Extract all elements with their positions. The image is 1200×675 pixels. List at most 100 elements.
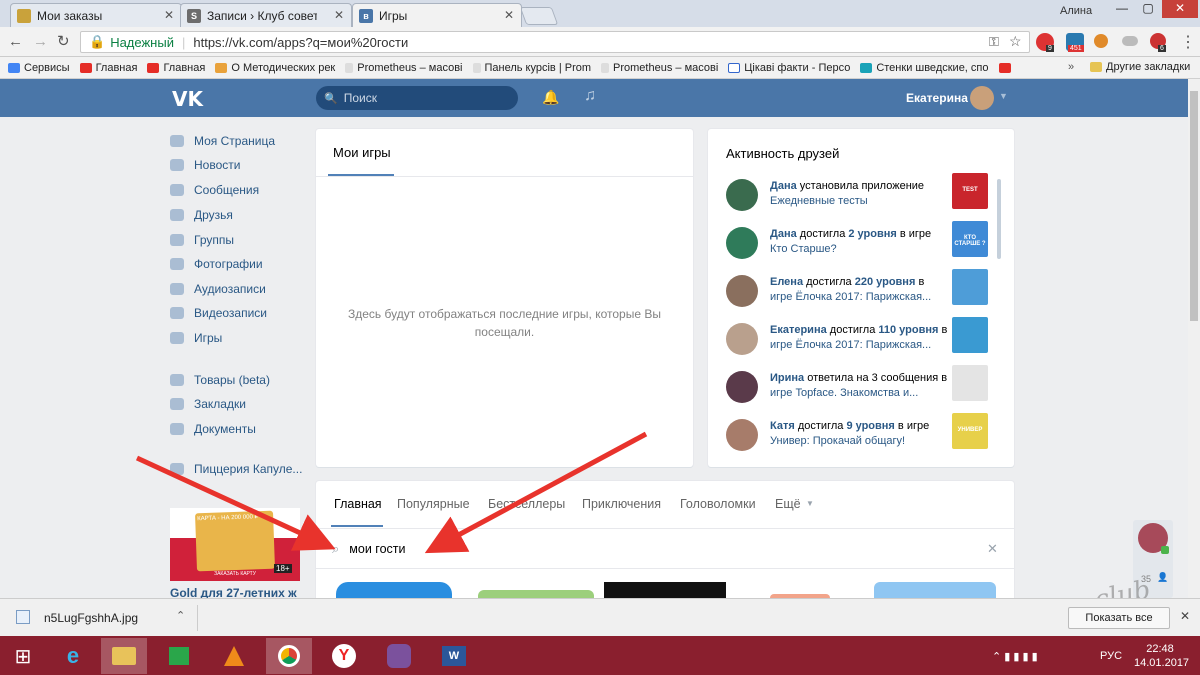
catalog-tab-1[interactable]: Популярные (397, 497, 470, 511)
friend-name[interactable]: Ирина (770, 372, 804, 384)
vk-search-input[interactable]: 🔍 Поиск (316, 86, 518, 110)
tray-icons[interactable]: ⌃ ▮ ▮ ▮ ▮ (992, 650, 1038, 663)
sidebar-item-12[interactable]: Пиццерия Капуле... (170, 462, 302, 476)
close-window-button[interactable]: ✕ (1162, 0, 1198, 18)
sidebar-item-1[interactable]: Новости (170, 158, 240, 172)
music-note-icon[interactable]: ♫ (584, 87, 596, 105)
sidebar-item-2[interactable]: Сообщения (170, 183, 259, 197)
avatar[interactable] (726, 275, 758, 307)
chevron-up-icon[interactable]: ⌃ (176, 609, 185, 622)
sidebar-item-8[interactable]: Игры (170, 331, 222, 345)
more-bookmarks-icon[interactable]: » (1068, 61, 1074, 73)
bookmark-courses[interactable]: Панель курсів | Prom (472, 62, 591, 74)
catalog-tab-0[interactable]: Главная (334, 497, 382, 511)
youtube-icon[interactable] (998, 62, 1011, 73)
bookmark-methodical[interactable]: О Методических рек (215, 62, 335, 74)
game-thumbnail[interactable] (478, 590, 594, 598)
sidebar-item-10[interactable]: Закладки (170, 397, 246, 411)
activity-item[interactable]: Екатерина достигла 110 уровня в игре Ёло… (726, 317, 996, 365)
chevron-down-icon[interactable]: ▼ (999, 91, 1008, 101)
bookmark-walls[interactable]: Стенки шведские, спо (860, 62, 989, 74)
download-filename[interactable]: n5LugFgshhA.jpg (44, 611, 138, 625)
game-thumbnail[interactable] (604, 582, 726, 598)
avatar[interactable] (726, 371, 758, 403)
game-search-field[interactable]: ⌕ мои гости ✕ (316, 530, 1014, 568)
sidebar-item-3[interactable]: Друзья (170, 208, 233, 222)
avatar[interactable] (726, 227, 758, 259)
activity-item[interactable]: Дана установила приложение Ежедневные те… (726, 173, 996, 221)
activity-level[interactable]: 220 уровня (855, 276, 916, 288)
bookmark-main-2[interactable]: Главная (147, 62, 205, 74)
profile-name[interactable]: Алина (1060, 0, 1092, 17)
game-thumbnail[interactable] (874, 582, 996, 598)
url-text[interactable]: https://vk.com/apps?q=мои%20гости (193, 35, 408, 50)
activity-item[interactable]: Ирина ответила на 3 сообщения в игре Top… (726, 365, 996, 413)
start-button[interactable]: ⊞ (0, 638, 46, 674)
catalog-tab-2[interactable]: Бестселлеры (488, 497, 565, 511)
avatar[interactable] (726, 323, 758, 355)
close-tab-icon[interactable]: ✕ (164, 8, 174, 22)
catalog-tab-4[interactable]: Головоломки (680, 497, 756, 511)
activity-item[interactable]: Елена достигла 220 уровня в игре Ёлочка … (726, 269, 996, 317)
app-thumbnail[interactable] (952, 365, 988, 401)
activity-level[interactable]: 2 уровня (848, 228, 896, 240)
menu-icon[interactable]: ⋮ (1180, 32, 1196, 52)
sidebar-item-4[interactable]: Группы (170, 233, 234, 247)
sidebar-item-0[interactable]: Моя Страница (170, 134, 275, 148)
close-tab-icon[interactable]: ✕ (334, 8, 344, 22)
activity-item[interactable]: Дана достигла 2 уровня в игре Кто Старше… (726, 221, 996, 269)
word-button[interactable]: W (431, 638, 477, 674)
vlc-button[interactable] (211, 638, 257, 674)
close-tab-icon[interactable]: ✕ (504, 8, 514, 22)
maximize-button[interactable]: ▢ (1136, 0, 1160, 18)
app-link[interactable]: игре Topface. Знакомства и... (770, 387, 918, 399)
clear-search-icon[interactable]: ✕ (987, 541, 998, 557)
header-user-name[interactable]: Екатерина (906, 91, 968, 105)
ie-button[interactable]: e (50, 638, 96, 674)
ad-banner[interactable]: КАРТА - НА 200 000 ₽ ЗАКАЗАТЬ КАРТУ 18+ (170, 508, 300, 581)
close-icon[interactable]: ✕ (1180, 609, 1190, 623)
bookmark-facts[interactable]: Цікаві факти - Персо (728, 62, 850, 74)
chrome-button[interactable] (266, 638, 312, 674)
friend-name[interactable]: Елена (770, 276, 803, 288)
cookie-icon[interactable] (1094, 34, 1108, 48)
tab-club-sovetov[interactable]: S Записи › Клуб советов › ✕ (180, 3, 352, 27)
catalog-tab-5[interactable]: Ещё (775, 497, 801, 511)
avatar[interactable] (726, 179, 758, 211)
bookmark-main-1[interactable]: Главная (79, 62, 137, 74)
sidebar-item-11[interactable]: Документы (170, 422, 256, 436)
sidebar-item-6[interactable]: Аудиозаписи (170, 282, 266, 296)
bell-icon[interactable]: 🔔 (542, 89, 559, 106)
key-icon[interactable]: ⚿ (989, 34, 999, 50)
back-icon[interactable]: ← (8, 33, 23, 50)
new-tab-button[interactable] (519, 7, 559, 25)
clock[interactable]: 22:48 14.01.2017 (1134, 642, 1189, 670)
friend-name[interactable]: Катя (770, 420, 795, 432)
bookmark-prometheus-1[interactable]: Prometheus – масові (345, 62, 463, 74)
catalog-tab-3[interactable]: Приключения (582, 497, 661, 511)
address-bar[interactable]: 🔒 Надежный | https://vk.com/apps?q=мои%2… (80, 31, 1030, 53)
app-thumbnail[interactable]: УНИВЕР (952, 413, 988, 449)
app-thumbnail[interactable] (952, 269, 988, 305)
bookmark-star-icon[interactable]: ☆ (1009, 33, 1022, 50)
friend-name[interactable]: Дана (770, 180, 797, 192)
activity-scrollbar[interactable] (997, 179, 1001, 259)
forward-icon[interactable]: → (33, 33, 48, 50)
other-bookmarks[interactable]: Другие закладки (1090, 61, 1190, 73)
tab-orders[interactable]: Мои заказы ✕ (10, 3, 182, 27)
show-all-button[interactable]: Показать все (1068, 607, 1170, 629)
activity-level[interactable]: 110 уровня (878, 324, 938, 336)
minimize-button[interactable]: — (1110, 0, 1134, 18)
app-link[interactable]: Кто Старше? (770, 243, 837, 255)
sidebar-item-7[interactable]: Видеозаписи (170, 306, 267, 320)
my-games-title[interactable]: Мои игры (333, 145, 391, 160)
friend-name[interactable]: Екатерина (770, 324, 827, 336)
avatar[interactable] (726, 419, 758, 451)
page-scrollbar[interactable] (1188, 79, 1200, 599)
app-thumbnail[interactable]: TEST (952, 173, 988, 209)
app-thumbnail[interactable] (952, 317, 988, 353)
chevron-down-icon[interactable]: ▼ (806, 499, 814, 508)
explorer-button[interactable] (101, 638, 147, 674)
activity-level[interactable]: 9 уровня (846, 420, 894, 432)
vk-logo[interactable]: VK (172, 87, 203, 111)
